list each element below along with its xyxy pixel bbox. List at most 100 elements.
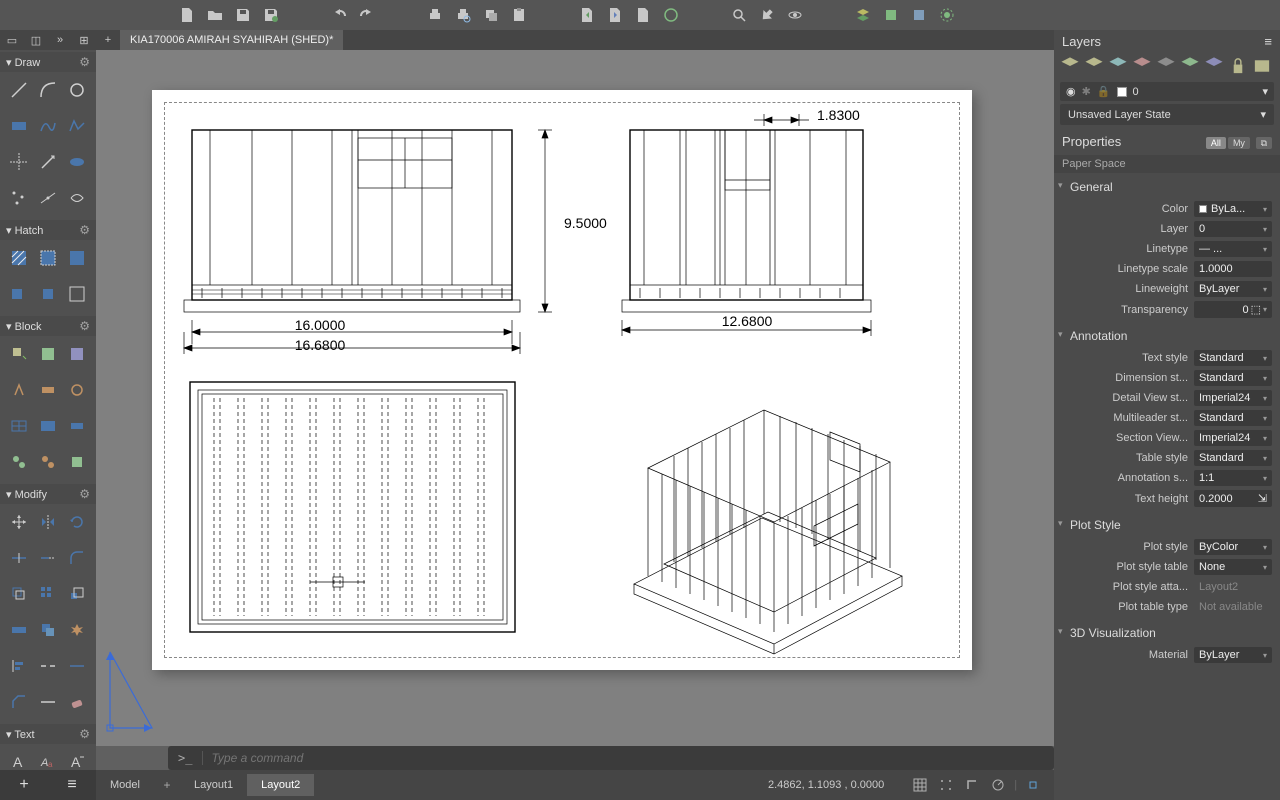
prop-linetype[interactable]: ― ...▾	[1194, 241, 1272, 257]
orbit-icon[interactable]	[784, 4, 806, 26]
modify-section-header[interactable]: ▾ Modify⚙	[0, 484, 96, 504]
mirror-tool[interactable]	[35, 510, 60, 534]
paste-icon[interactable]	[508, 4, 530, 26]
helix-tool[interactable]	[65, 186, 90, 210]
current-layer-selector[interactable]: ◉ ✱ 🔒 0 ▾	[1060, 82, 1274, 101]
prop-dimstyle[interactable]: Standard▾	[1194, 370, 1272, 386]
import-icon[interactable]	[604, 4, 626, 26]
layer-freeze-dot-icon[interactable]: ✱	[1082, 85, 1091, 98]
properties-panel-header[interactable]: Properties AllMy ⧉	[1054, 128, 1280, 155]
tab-layout1[interactable]: Layout1	[180, 774, 247, 796]
polar-toggle-icon[interactable]	[988, 775, 1008, 795]
prop-mleader[interactable]: Standard▾	[1194, 410, 1272, 426]
prop-layer[interactable]: 0▾	[1194, 221, 1272, 237]
group-general[interactable]: General	[1054, 175, 1280, 199]
gear-icon[interactable]: ⚙	[79, 223, 90, 237]
command-line[interactable]: >_	[168, 746, 1054, 770]
web-icon[interactable]	[660, 4, 682, 26]
layer-visible-icon[interactable]: ◉	[1066, 85, 1076, 98]
prop-sectionview[interactable]: Imperial24▾	[1194, 430, 1272, 446]
layer-iso-icon[interactable]	[1180, 57, 1200, 75]
sync-attr-tool[interactable]	[65, 378, 90, 402]
prop-ltscale[interactable]: 1.0000	[1194, 261, 1272, 277]
extend-tool[interactable]	[35, 546, 60, 570]
break-tool[interactable]	[35, 654, 60, 678]
solid-tool[interactable]	[35, 282, 60, 306]
layer-color-swatch[interactable]	[1117, 87, 1127, 97]
scale-tool[interactable]	[65, 582, 90, 606]
layers-panel-header[interactable]: Layers ≡	[1054, 30, 1280, 53]
open-file-icon[interactable]	[204, 4, 226, 26]
text-tool[interactable]: A	[6, 750, 31, 770]
workspace2-icon[interactable]: ◫	[24, 30, 48, 50]
grid-icon[interactable]: ⊞	[72, 30, 96, 50]
stretch-tool[interactable]	[6, 618, 31, 642]
prop-material[interactable]: ByLayer▾	[1194, 647, 1272, 663]
define-attr-tool[interactable]	[6, 378, 31, 402]
settings-icon[interactable]	[936, 4, 958, 26]
tab-layout2[interactable]: Layout2	[247, 774, 314, 796]
edit-block-tool[interactable]	[65, 342, 90, 366]
ortho-toggle-icon[interactable]	[962, 775, 982, 795]
group-plotstyle[interactable]: Plot Style	[1054, 513, 1280, 537]
add-tab-icon[interactable]: +	[96, 30, 120, 50]
mtext-tool[interactable]: Aa	[35, 750, 60, 770]
group-3dviz[interactable]: 3D Visualization	[1054, 621, 1280, 645]
copy-tool[interactable]	[35, 618, 60, 642]
group-annotation[interactable]: Annotation	[1054, 324, 1280, 348]
wipeout-tool[interactable]	[65, 282, 90, 306]
block-manager-icon[interactable]	[880, 4, 902, 26]
offset-tool[interactable]	[6, 582, 31, 606]
edit-attr-tool[interactable]	[35, 378, 60, 402]
rotate-tool[interactable]	[65, 510, 90, 534]
layer-off-icon[interactable]	[1156, 57, 1176, 75]
divide-tool[interactable]	[35, 186, 60, 210]
field-tool[interactable]	[65, 414, 90, 438]
list-view-icon[interactable]: ≡	[67, 776, 76, 794]
redo-icon[interactable]	[356, 4, 378, 26]
layer-lock-icon[interactable]	[1132, 57, 1152, 75]
circle-tool[interactable]	[65, 78, 90, 102]
prop-transparency[interactable]: 0⬚▾	[1194, 301, 1272, 318]
ellipse-tool[interactable]	[65, 150, 90, 174]
rect-tool[interactable]	[6, 114, 31, 138]
prop-plottable[interactable]: None▾	[1194, 559, 1272, 575]
props-menu-icon[interactable]: ⧉	[1256, 137, 1272, 149]
polyline-tool[interactable]	[65, 114, 90, 138]
layer-state-selector[interactable]: Unsaved Layer State▾	[1060, 104, 1274, 125]
xref-icon[interactable]	[908, 4, 930, 26]
prop-plotstyle[interactable]: ByColor▾	[1194, 539, 1272, 555]
copy-icon[interactable]	[480, 4, 502, 26]
layer-lock-dot-icon[interactable]: 🔒	[1097, 85, 1111, 98]
prop-tablestyle[interactable]: Standard▾	[1194, 450, 1272, 466]
lengthen-tool[interactable]	[35, 690, 60, 714]
layer-freeze-icon[interactable]	[1108, 57, 1128, 75]
attach-icon[interactable]	[632, 4, 654, 26]
new-file-icon[interactable]	[176, 4, 198, 26]
table2-tool[interactable]	[35, 414, 60, 438]
layer-prev-icon[interactable]	[1204, 57, 1224, 75]
layer-new-icon[interactable]	[1060, 57, 1080, 75]
export-icon[interactable]	[576, 4, 598, 26]
arc-tool[interactable]	[35, 78, 60, 102]
point-tool[interactable]	[6, 186, 31, 210]
undo-icon[interactable]	[328, 4, 350, 26]
region-tool[interactable]	[6, 282, 31, 306]
layers-menu-icon[interactable]: ≡	[1264, 34, 1272, 49]
gradient-tool[interactable]	[35, 246, 60, 270]
explode-tool[interactable]	[65, 618, 90, 642]
prop-annoscale[interactable]: 1:1▾	[1194, 470, 1272, 486]
ray-tool[interactable]	[35, 150, 60, 174]
ungroup-tool[interactable]	[35, 450, 60, 474]
boundary-tool[interactable]	[65, 246, 90, 270]
line-tool[interactable]	[6, 78, 31, 102]
props-tab-my[interactable]: My	[1228, 137, 1250, 149]
hatch-section-header[interactable]: ▾ Hatch⚙	[0, 220, 96, 240]
gear-icon[interactable]: ⚙	[79, 55, 90, 69]
file-tab[interactable]: KIA170006 AMIRAH SYAHIRAH (SHED)*	[120, 30, 343, 50]
save-icon[interactable]	[232, 4, 254, 26]
erase-tool[interactable]	[65, 690, 90, 714]
layer-lock2-icon[interactable]	[1228, 57, 1248, 75]
block-section-header[interactable]: ▾ Block⚙	[0, 316, 96, 336]
gear-icon[interactable]: ⚙	[79, 487, 90, 501]
